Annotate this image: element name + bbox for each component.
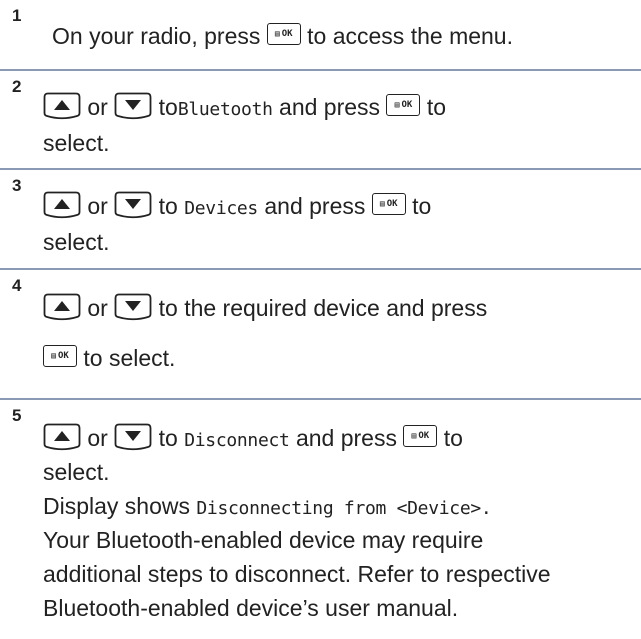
or-text: or	[87, 193, 108, 219]
step-text: On your radio, press ▤ OK to access the m…	[52, 22, 513, 50]
to-text: to	[158, 94, 178, 120]
menu-ok-button-icon: ▤ OK	[266, 22, 301, 45]
to-text: to	[412, 193, 432, 219]
divider	[0, 268, 641, 270]
down-arrow-icon	[114, 191, 152, 219]
note-line-2: additional steps to disconnect. Refer to…	[43, 561, 551, 587]
to-text: to	[158, 425, 178, 451]
menu-ok-button-icon: ▤ OK	[386, 93, 421, 116]
display-message: Disconnecting from <Device>.	[196, 498, 492, 519]
press-text: and press	[279, 94, 381, 120]
menu-item-devices: Devices	[184, 198, 258, 219]
instruction-text: to the required device and press	[158, 295, 488, 321]
up-arrow-icon	[43, 92, 81, 120]
note-line-1: Your Bluetooth-enabled device may requir…	[43, 527, 484, 553]
up-arrow-icon	[43, 191, 81, 219]
instruction-text: On your radio, press	[52, 23, 261, 49]
step-text-cont: select.	[43, 130, 110, 156]
down-arrow-icon	[114, 293, 152, 321]
down-arrow-icon	[114, 92, 152, 120]
to-text: to	[443, 425, 463, 451]
step-number: 2	[12, 77, 22, 96]
or-text: or	[87, 295, 108, 321]
step-text-cont: select.	[43, 229, 110, 255]
display-label: Display shows	[43, 493, 190, 519]
divider	[0, 69, 641, 71]
step-text: or to Devices and press ▤ OK to	[43, 192, 431, 223]
step-text: or to Disconnect and press ▤ OK to	[43, 424, 463, 455]
step-number: 1	[12, 6, 22, 25]
press-text: and press	[264, 193, 366, 219]
up-arrow-icon	[43, 423, 81, 451]
step-text-cont: select.	[43, 459, 110, 485]
instruction-text: to access the menu.	[307, 23, 513, 49]
press-text: and press	[295, 425, 397, 451]
menu-ok-button-icon: ▤ OK	[43, 344, 77, 367]
menu-ok-button-icon: ▤ OK	[403, 424, 438, 447]
to-text: to	[158, 193, 178, 219]
note-line-3: Bluetooth-enabled device’s user manual.	[43, 595, 459, 621]
menu-item-disconnect: Disconnect	[184, 430, 290, 451]
menu-item-bluetooth: Bluetooth	[177, 99, 273, 120]
step-text: or toBluetooth and press ▤ OK to	[43, 93, 446, 124]
step-text: or to the required device and press	[43, 294, 487, 324]
step-number: 4	[12, 276, 22, 295]
instruction-text: to select.	[83, 345, 176, 371]
step-text-cont: ▤ OK to select.	[43, 344, 175, 372]
step-number: 5	[12, 406, 22, 425]
display-line: Display shows Disconnecting from <Device…	[43, 492, 492, 523]
down-arrow-icon	[114, 423, 152, 451]
up-arrow-icon	[43, 293, 81, 321]
to-text: to	[426, 94, 447, 120]
or-text: or	[87, 94, 108, 120]
step-number: 3	[12, 176, 22, 195]
divider	[0, 168, 641, 170]
or-text: or	[87, 425, 108, 451]
divider	[0, 398, 641, 400]
menu-ok-button-icon: ▤ OK	[371, 192, 406, 215]
